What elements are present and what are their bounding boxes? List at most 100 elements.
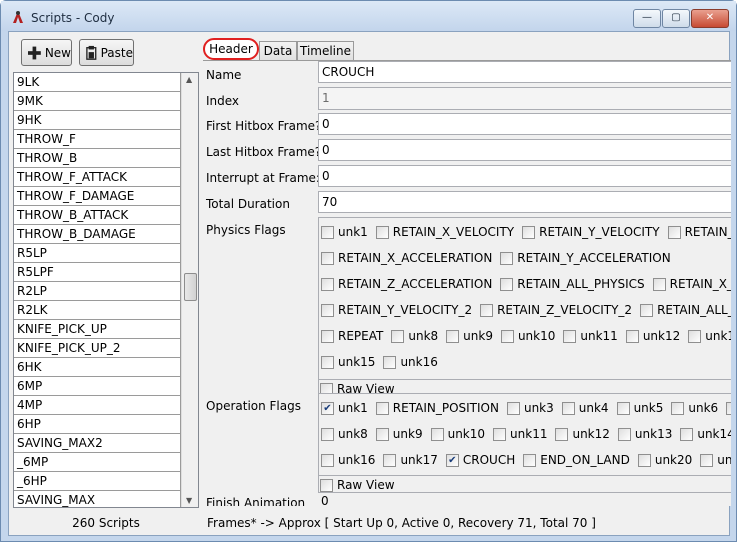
checkbox-box[interactable]	[726, 401, 731, 415]
checkbox-box[interactable]	[321, 251, 334, 265]
scrollbar-thumb[interactable]	[184, 273, 197, 301]
list-item[interactable]: 6HP	[14, 415, 181, 434]
flag-checkbox[interactable]: unk15	[321, 355, 375, 369]
last-hitbox-field[interactable]: 0	[318, 139, 731, 161]
checkbox-box[interactable]	[391, 329, 405, 343]
flag-checkbox[interactable]: unk11	[563, 329, 618, 343]
flag-checkbox[interactable]: unk3	[506, 401, 554, 415]
interrupt-field[interactable]: 0	[318, 165, 731, 187]
flag-checkbox[interactable]: unk20	[637, 453, 692, 467]
list-item[interactable]: _6HP	[14, 472, 181, 491]
list-item[interactable]: 9MK	[14, 92, 181, 111]
flag-checkbox[interactable]: unk17	[383, 453, 438, 467]
first-hitbox-field[interactable]: 0	[318, 113, 731, 135]
checkbox-box[interactable]	[555, 427, 569, 441]
flag-checkbox[interactable]: RETAIN_ALL_PHYSICS	[500, 277, 645, 291]
checkbox-box[interactable]	[500, 277, 514, 291]
flag-checkbox[interactable]: unk9	[446, 329, 493, 343]
list-item[interactable]: 4MP	[14, 396, 181, 415]
checkbox-box[interactable]	[321, 277, 334, 291]
tab-data[interactable]: Data	[259, 41, 297, 60]
flag-checkbox[interactable]: RETAIN_ALL_PHYSIC	[640, 303, 731, 317]
checkbox-box[interactable]	[667, 225, 681, 239]
flag-checkbox[interactable]: unk5	[616, 401, 663, 415]
checkbox-box[interactable]	[383, 355, 397, 369]
flag-checkbox[interactable]: unk6	[671, 401, 718, 415]
list-item[interactable]: 6MP	[14, 377, 181, 396]
list-item[interactable]: THROW_F	[14, 130, 181, 149]
checkbox-box[interactable]	[321, 225, 334, 239]
checkbox-box[interactable]	[446, 329, 460, 343]
flag-checkbox[interactable]: RETAIN_Z_VE	[667, 225, 731, 239]
scroll-up-icon[interactable]: ▲	[186, 75, 192, 84]
list-item[interactable]: THROW_B	[14, 149, 181, 168]
checkbox-box[interactable]	[637, 453, 651, 467]
flag-checkbox[interactable]: END_ON_LAND	[523, 453, 630, 467]
maximize-button[interactable]: ▢	[662, 9, 690, 28]
script-list[interactable]: 9LK 9MK 9HK THROW_F THROW_B THROW_F_ATTACK THR…	[13, 72, 199, 508]
flag-checkbox[interactable]: RETAIN_Y_ACCELERATION	[500, 251, 671, 265]
list-scrollbar[interactable]: ▲ ▼	[181, 73, 198, 507]
flag-checkbox[interactable]: unk1	[321, 225, 368, 239]
paste-button[interactable]: Paste	[79, 39, 134, 66]
list-item[interactable]: R2LK	[14, 301, 181, 320]
flag-checkbox[interactable]: unk14	[680, 427, 731, 441]
list-item[interactable]: R5LPF	[14, 263, 181, 282]
flag-checkbox[interactable]: unk11	[493, 427, 547, 441]
list-item[interactable]: 6HK	[14, 358, 181, 377]
checkbox-box[interactable]	[652, 277, 666, 291]
checkbox-box[interactable]	[480, 303, 494, 317]
flag-checkbox[interactable]: unk16	[383, 355, 438, 369]
scroll-down-icon[interactable]: ▼	[186, 496, 192, 505]
flag-checkbox[interactable]: unk12	[625, 329, 680, 343]
flag-checkbox[interactable]: RETAIN_POSITION	[375, 401, 499, 415]
name-field[interactable]: CROUCH	[318, 61, 731, 83]
flag-checkbox[interactable]: RETAIN_X_VELOCITY	[375, 225, 514, 239]
checkbox-box[interactable]	[321, 427, 334, 441]
checkbox-box[interactable]	[617, 427, 631, 441]
flag-checkbox[interactable]: unk10	[430, 427, 485, 441]
list-item[interactable]: R5LP	[14, 244, 181, 263]
checkbox-box[interactable]	[375, 427, 389, 441]
checkbox-box[interactable]	[321, 303, 334, 317]
checkbox-box[interactable]	[688, 329, 702, 343]
list-item[interactable]: THROW_B_DAMAGE	[14, 225, 181, 244]
flag-checkbox[interactable]: ✔ unk1	[321, 401, 368, 415]
checkbox-box[interactable]	[671, 401, 685, 415]
flag-checkbox[interactable]: RETAIN_Y_VELOCITY	[522, 225, 660, 239]
flag-checkbox[interactable]: REPEAT	[321, 329, 383, 343]
checkbox-box[interactable]	[625, 329, 639, 343]
tab-timeline[interactable]: Timeline	[297, 41, 354, 60]
checkbox-box[interactable]	[700, 453, 714, 467]
new-button[interactable]: New	[21, 39, 72, 66]
flag-checkbox[interactable]: RETAIN_Z_VELOCITY_2	[480, 303, 632, 317]
list-item[interactable]: SAVING_MAX2	[14, 434, 181, 453]
checkbox-box[interactable]	[500, 329, 514, 343]
checkbox-box[interactable]	[321, 329, 334, 343]
checkbox-box[interactable]	[680, 427, 694, 441]
checkbox-box[interactable]	[616, 401, 630, 415]
list-item[interactable]: KNIFE_PICK_UP_2	[14, 339, 181, 358]
flag-checkbox[interactable]: unk4	[561, 401, 609, 415]
flag-checkbox[interactable]: unk8	[321, 427, 368, 441]
flag-checkbox[interactable]: RETAIN_Z_ACCELERATION	[321, 277, 492, 291]
flag-checkbox[interactable]: u	[726, 401, 731, 415]
checkbox-box[interactable]	[561, 401, 575, 415]
finish-animation-field[interactable]: 0	[318, 491, 731, 506]
flag-checkbox[interactable]: unk16	[321, 453, 375, 467]
checkbox-box[interactable]	[563, 329, 577, 343]
list-item[interactable]: THROW_F_ATTACK	[14, 168, 181, 187]
flag-checkbox[interactable]: RETAIN_X_VELO	[652, 277, 731, 291]
checkbox-box[interactable]	[506, 401, 520, 415]
checkbox-box[interactable]	[321, 453, 334, 467]
flag-checkbox[interactable]: unk8	[391, 329, 438, 343]
list-item[interactable]: KNIFE_PICK_UP	[14, 320, 181, 339]
checkmark-icon[interactable]: ✔	[445, 453, 459, 467]
flag-checkbox[interactable]: ✔ CROUCH	[445, 453, 515, 467]
checkbox-box[interactable]	[500, 251, 514, 265]
flag-checkbox[interactable]: unk21	[700, 453, 731, 467]
list-item[interactable]: 9LK	[14, 73, 181, 92]
tab-header[interactable]: Header	[203, 38, 259, 60]
raw-view-checkbox[interactable]	[320, 478, 333, 492]
list-item[interactable]: _6MP	[14, 453, 181, 472]
